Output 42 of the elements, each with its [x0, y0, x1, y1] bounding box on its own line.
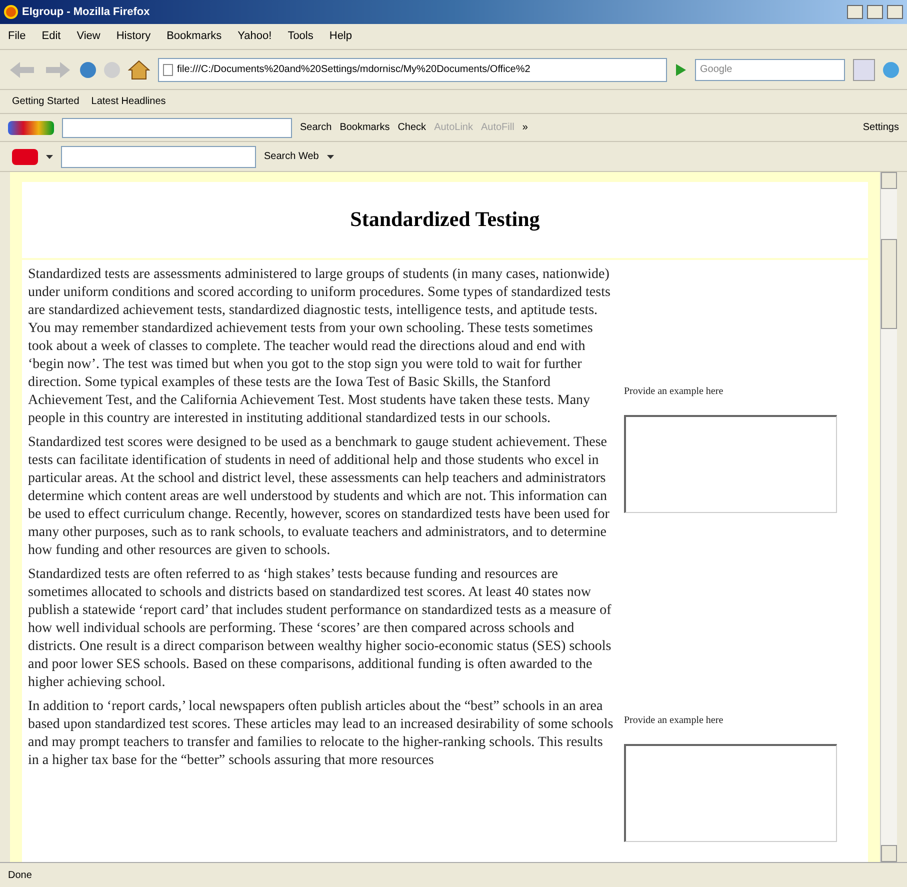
menu-item[interactable]: History — [116, 28, 151, 45]
body-paragraph: Standardized test scores were designed to be used as a benchmark to gauge student achievement. These tests can facilitate identification of students in need of additional help and those students who excel in particular areas. At the school and district level, these assessments can help teachers and administrators determine which content areas are well understood by students and which are not. This information can be used to effect curriculum change. Recently, however, scores on standardized tests have been used for many other purposes, such as to rank schools, to evaluate teachers and administrators, and to determine how funding and other resources are given to schools. — [28, 434, 610, 560]
bookmark-link[interactable]: Getting Started — [12, 94, 80, 109]
bookmark-link[interactable]: Latest Headlines — [91, 94, 166, 109]
google-search-field[interactable] — [62, 118, 292, 138]
menu-item[interactable]: Help — [329, 28, 352, 45]
caret-icon[interactable] — [46, 154, 53, 158]
scrollbar[interactable] — [880, 172, 897, 862]
caret-icon[interactable] — [326, 154, 334, 158]
toolbar-button[interactable]: Bookmarks — [340, 120, 390, 135]
menu-item[interactable]: View — [76, 28, 100, 45]
menu-item[interactable]: File — [8, 28, 26, 45]
body-paragraph: In addition to ‘report cards,’ local newspapers often publish articles about the “best” schools in an area based upon standardized test scores. These articles may lead to an increased desirability of some schools and may prompt teachers to transfer and families to relocate to the higher-ranking schools. This results in a higher tax base for the “better” schools assuring that more resources — [28, 698, 614, 770]
address-field[interactable]: file:///C:/Documents%20and%20Settings/mdornisc/My%20Documents/Office%2 — [158, 58, 667, 82]
menu-item[interactable]: Tools — [288, 28, 314, 45]
toolbar-button[interactable]: Settings — [862, 120, 899, 135]
page-title: Standardized Testing — [350, 206, 540, 234]
toolbar-button[interactable]: Check — [398, 120, 426, 135]
body-paragraph: Standardized tests are assessments administered to large groups of students (in many cases, nationwide) under uniform conditions and scored according to uniform procedures. Some types of standardized tests are standardized achievement tests, standardized diagnostic tests, intelligence tests, and aptitude tests. You may remember standardized achievement tests from your own schooling. These tests sometimes took about a week of classes to complete. The teacher would read the directions aloud and end with ‘begin now’. The test was timed but when you got to the stop sign you were told to wait for further direction. Some typical examples of these tests are the Iowa Test of Basic Skills, the Stanford Achievement Test, and the California Achievement Test. Most students have taken these tests. Many people in this country are interested in instituting additional standardized tests in our schools. — [28, 266, 612, 428]
status-text: Done — [8, 868, 32, 882]
example-label: Provide an example here — [624, 385, 724, 399]
search-field[interactable]: Google — [695, 58, 845, 80]
go-arrow-icon[interactable] — [675, 62, 687, 76]
toolbar-button[interactable]: Search — [300, 120, 332, 135]
browser-logo-icon — [4, 5, 18, 19]
menu-item[interactable]: Edit — [42, 28, 61, 45]
back-arrow-icon[interactable] — [8, 60, 36, 80]
home-icon[interactable] — [128, 60, 150, 80]
example-label: Provide an example here — [624, 714, 724, 728]
page-icon — [163, 64, 173, 76]
menu-item[interactable]: Bookmarks — [166, 28, 222, 45]
body-paragraph: Standardized tests are often referred to as ‘high stakes’ tests because funding and resources are sometimes allocated to schools and districts based on standardized test scores. At least 40 states now publish a statewide ‘report card’ that includes student performance on standardized tests as a measure of how well individual schools are performing. These ‘scores’ are then compared across schools and districts. One result is a direct comparison between wealthy higher socio-economic status (SES) schools and poor lower SES schools. Based on these comparisons, additional funding is often awarded to the higher achieving school. — [28, 566, 612, 692]
yahoo-search-field[interactable] — [61, 146, 256, 168]
example-textarea[interactable] — [624, 415, 837, 513]
scroll-thumb[interactable] — [881, 239, 897, 329]
window-title: EIgroup - Mozilla Firefox — [22, 4, 150, 20]
example-textarea[interactable] — [624, 744, 837, 842]
toolbar-button[interactable]: » — [522, 120, 528, 135]
url-text: file:///C:/Documents%20and%20Settings/mdornisc/My%20Documents/Office%2 — [177, 63, 530, 77]
forward-arrow-icon[interactable] — [44, 60, 72, 80]
menu-item[interactable]: Yahoo! — [238, 28, 272, 45]
toolbar-button[interactable]: Search Web — [264, 149, 319, 164]
